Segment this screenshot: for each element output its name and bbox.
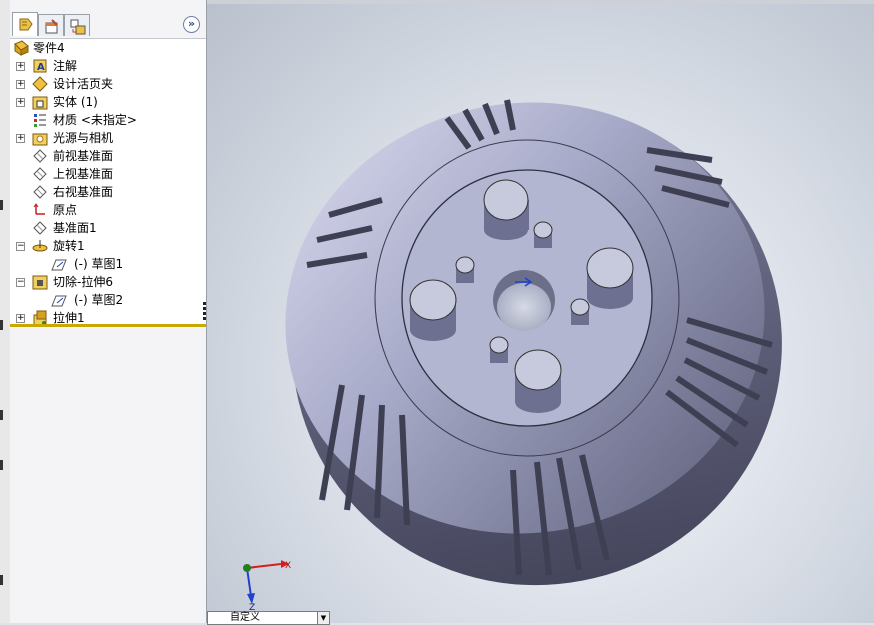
cut-extrude-icon: [32, 275, 48, 290]
graphics-viewport[interactable]: X Z: [207, 0, 874, 623]
propertymanager-tab[interactable]: [38, 14, 64, 36]
tree-item-label: 设计活页夹: [53, 77, 114, 91]
tree-expander[interactable]: +: [16, 134, 25, 143]
material-icon: [34, 114, 46, 127]
chevron-down-icon[interactable]: ▼: [317, 612, 329, 624]
tree-item[interactable]: + 实体 (1): [10, 93, 206, 111]
center-bore-floor: [497, 283, 551, 331]
lights-cameras-icon: [32, 133, 48, 146]
triad-x-label: X: [285, 561, 291, 571]
tree-expander[interactable]: +: [16, 62, 25, 71]
view-triad: X Z: [243, 560, 291, 611]
tree-item[interactable]: 材质 <未指定>: [10, 111, 206, 129]
tree-item-label: 前视基准面: [53, 149, 114, 163]
tree-expander[interactable]: +: [16, 314, 25, 323]
tree-item[interactable]: − 旋转1: [10, 237, 206, 255]
tree-root-label: 零件4: [33, 41, 65, 55]
plane-icon: [33, 167, 47, 181]
triad-z-label: Z: [249, 603, 255, 611]
annotations-icon: A: [33, 59, 47, 73]
tree-item-label: 右视基准面: [53, 185, 114, 199]
rollback-bar[interactable]: [10, 324, 206, 327]
plane-icon: [33, 149, 47, 163]
tree-item[interactable]: − 切除-拉伸6: [10, 273, 206, 291]
plane-icon: [33, 185, 47, 199]
expand-panel-button[interactable]: »: [183, 16, 200, 33]
tree-item-label: (-) 草图2: [74, 293, 124, 307]
origin-icon: [33, 203, 45, 215]
feature-tree: 零件4 + A 注解 + 设计活页夹 + 实体 (1) 材质 <未指定> + 光源与相机前视基准面…: [10, 38, 206, 329]
featuremanager-tab[interactable]: [12, 12, 38, 36]
svg-text:A: A: [37, 62, 45, 73]
feature-manager-panel: » 零件4 + A 注解 + 设计活页夹 + 实体 (1) 材质 <未指定> + 光源与相机前视基…: [10, 0, 207, 623]
tree-item-label: 光源与相机: [53, 131, 114, 145]
part-icon: [14, 40, 29, 56]
tree-item-label: (-) 草图1: [74, 257, 124, 271]
featuremanager-tab-icon: [19, 18, 33, 31]
revolve-icon: [32, 240, 48, 252]
tree-item[interactable]: + A 注解: [10, 57, 206, 75]
wheel-model[interactable]: [207, 0, 874, 623]
view-orientation-value: 自定义: [230, 612, 260, 623]
tree-item[interactable]: 前视基准面: [10, 147, 206, 165]
panel-empty-area: [10, 328, 206, 623]
propertymanager-tab-icon: [45, 19, 58, 34]
tree-item[interactable]: (-) 草图1: [10, 255, 206, 273]
solid-bodies-icon: [32, 96, 48, 110]
tree-item-label: 上视基准面: [53, 167, 114, 181]
panel-tab-bar: »: [10, 12, 206, 38]
tree-expander[interactable]: −: [16, 278, 25, 287]
tree-item[interactable]: (-) 草图2: [10, 291, 206, 309]
sketch-icon: [51, 259, 67, 271]
tree-expander[interactable]: +: [16, 80, 25, 89]
tree-item-label: 材质 <未指定>: [53, 113, 137, 127]
tree-item-label: 基准面1: [53, 221, 97, 235]
tree-item[interactable]: 上视基准面: [10, 165, 206, 183]
tree-item-label: 旋转1: [53, 239, 85, 253]
tree-item-label: 实体 (1): [53, 95, 98, 109]
design-binder-icon: [32, 76, 48, 92]
tree-item-label: 注解: [53, 59, 78, 73]
plane-icon: [33, 221, 47, 235]
tree-item[interactable]: 基准面1: [10, 219, 206, 237]
tree-item-label: 切除-拉伸6: [53, 275, 113, 289]
tree-item[interactable]: + 光源与相机: [10, 129, 206, 147]
tree-root[interactable]: 零件4: [10, 39, 206, 57]
configurationmanager-tab[interactable]: [64, 14, 90, 36]
tree-item[interactable]: 右视基准面: [10, 183, 206, 201]
tree-expander[interactable]: +: [16, 98, 25, 107]
sketch-icon: [51, 295, 67, 307]
viewport-top-border: [207, 0, 874, 4]
tree-item[interactable]: 原点: [10, 201, 206, 219]
configurationmanager-tab-icon: [70, 19, 86, 35]
tree-expander[interactable]: −: [16, 242, 25, 251]
tree-item[interactable]: + 设计活页夹: [10, 75, 206, 93]
tree-item-label: 原点: [53, 203, 78, 217]
